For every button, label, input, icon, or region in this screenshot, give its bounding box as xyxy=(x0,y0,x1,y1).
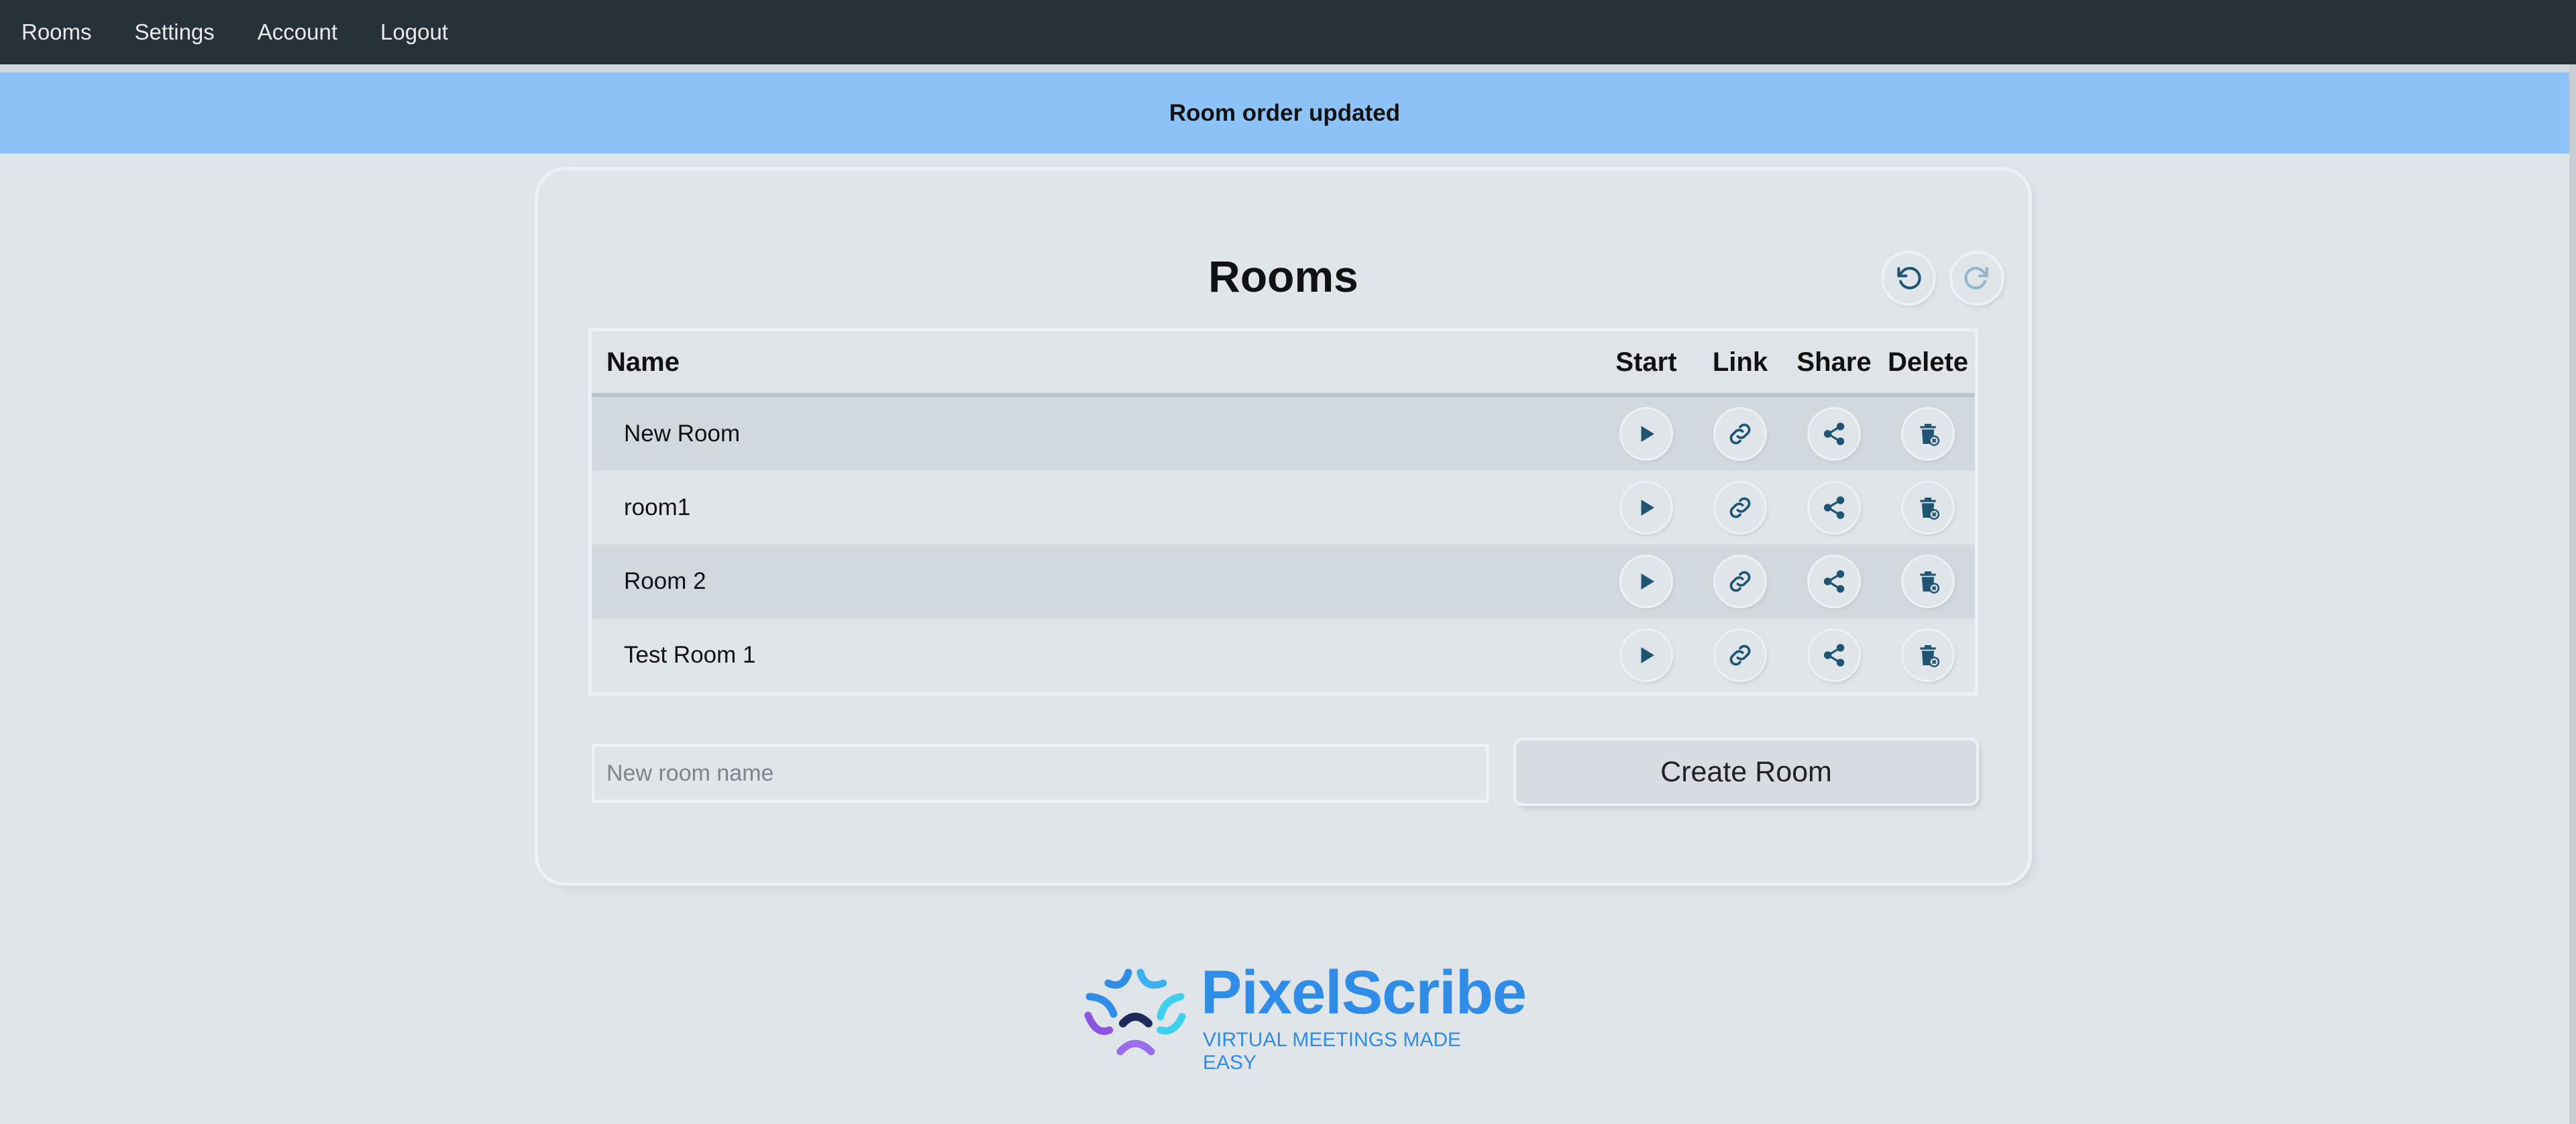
table-cell xyxy=(1881,630,1975,680)
table-cell xyxy=(1599,409,1693,459)
room-name: Test Room 1 xyxy=(624,642,756,668)
delete-button[interactable] xyxy=(1903,409,1953,459)
status-banner: Room order updated xyxy=(0,72,2569,154)
page-title: Rooms xyxy=(1208,251,1358,301)
link-icon xyxy=(1725,640,1755,670)
redo-icon xyxy=(1964,267,1988,290)
table-cell xyxy=(1693,483,1787,532)
pixelscribe-logo-icon xyxy=(1084,968,1186,1056)
play-icon xyxy=(1634,569,1658,594)
delete-button[interactable] xyxy=(1903,557,1953,606)
delete-icon xyxy=(1915,420,1941,447)
share-icon xyxy=(1821,421,1847,447)
create-room-button[interactable]: Create Room xyxy=(1516,740,1976,803)
room-name: Room 2 xyxy=(624,568,706,594)
nav-settings[interactable]: Settings xyxy=(135,19,215,45)
link-button[interactable] xyxy=(1715,409,1765,459)
delete-icon xyxy=(1915,494,1941,521)
table-cell xyxy=(1693,557,1787,606)
brand-logo: PixelScribe VIRTUAL MEETINGS MADE EASY xyxy=(1081,958,1527,1074)
start-button[interactable] xyxy=(1621,409,1671,459)
header-link: Link xyxy=(1712,347,1768,377)
rooms-table: Name Start Link Share Delete New Room roo… xyxy=(592,331,1975,692)
table-cell xyxy=(1881,557,1975,606)
table-cell xyxy=(1881,483,1975,532)
redo-button[interactable] xyxy=(1952,254,2002,303)
play-icon xyxy=(1634,643,1658,667)
undo-button[interactable] xyxy=(1884,254,1933,303)
share-icon xyxy=(1821,495,1847,520)
link-icon xyxy=(1725,567,1755,596)
delete-button[interactable] xyxy=(1903,483,1953,532)
room-name: New Room xyxy=(624,420,741,447)
link-icon xyxy=(1725,493,1755,522)
start-button[interactable] xyxy=(1621,483,1671,532)
top-nav: Rooms Settings Account Logout xyxy=(0,0,2576,64)
table-row[interactable]: Room 2 xyxy=(592,545,1975,618)
share-icon xyxy=(1821,642,1847,668)
table-cell xyxy=(1787,557,1881,606)
table-cell xyxy=(1599,557,1693,606)
start-button[interactable] xyxy=(1621,630,1671,680)
play-icon xyxy=(1634,496,1658,520)
table-row[interactable]: room1 xyxy=(592,471,1975,545)
delete-icon xyxy=(1915,642,1941,669)
nav-divider xyxy=(0,64,2576,72)
header-share: Share xyxy=(1796,347,1872,377)
table-cell xyxy=(1881,409,1975,459)
header-delete: Delete xyxy=(1887,347,1969,377)
table-cell xyxy=(1693,630,1787,680)
table-cell xyxy=(1787,409,1881,459)
table-cell xyxy=(1787,630,1881,680)
table-row[interactable]: New Room xyxy=(592,397,1975,471)
link-icon xyxy=(1725,419,1755,449)
brand-name: PixelScribe xyxy=(1201,958,1527,1027)
link-button[interactable] xyxy=(1715,557,1765,606)
banner-message: Room order updated xyxy=(1169,99,1401,126)
table-cell xyxy=(1787,483,1881,532)
header-name: Name xyxy=(606,347,680,377)
table-body: New Room room1 Room 2 Test Room 1 xyxy=(592,397,1975,692)
table-cell xyxy=(1599,483,1693,532)
nav-rooms[interactable]: Rooms xyxy=(21,19,92,45)
header-start: Start xyxy=(1615,347,1677,377)
delete-icon xyxy=(1915,568,1941,595)
nav-account[interactable]: Account xyxy=(258,19,337,45)
brand-tagline: VIRTUAL MEETINGS MADE EASY xyxy=(1203,1029,1462,1074)
room-name: room1 xyxy=(624,494,691,520)
share-button[interactable] xyxy=(1809,409,1859,459)
rooms-card: Rooms Name Start Link Share Delete New R… xyxy=(538,170,2029,883)
table-header: Name Start Link Share Delete xyxy=(592,331,1975,397)
new-room-name-input[interactable] xyxy=(592,744,1489,803)
undo-icon xyxy=(1897,267,1921,290)
delete-button[interactable] xyxy=(1903,630,1953,680)
share-button[interactable] xyxy=(1809,483,1859,532)
share-icon xyxy=(1821,569,1847,594)
table-row[interactable]: Test Room 1 xyxy=(592,618,1975,692)
nav-logout[interactable]: Logout xyxy=(380,19,448,45)
table-cell xyxy=(1693,409,1787,459)
table-cell xyxy=(1599,630,1693,680)
share-button[interactable] xyxy=(1809,630,1859,680)
link-button[interactable] xyxy=(1715,483,1765,532)
play-icon xyxy=(1634,422,1658,446)
start-button[interactable] xyxy=(1621,557,1671,606)
scrollbar[interactable] xyxy=(2569,64,2576,1124)
share-button[interactable] xyxy=(1809,557,1859,606)
link-button[interactable] xyxy=(1715,630,1765,680)
